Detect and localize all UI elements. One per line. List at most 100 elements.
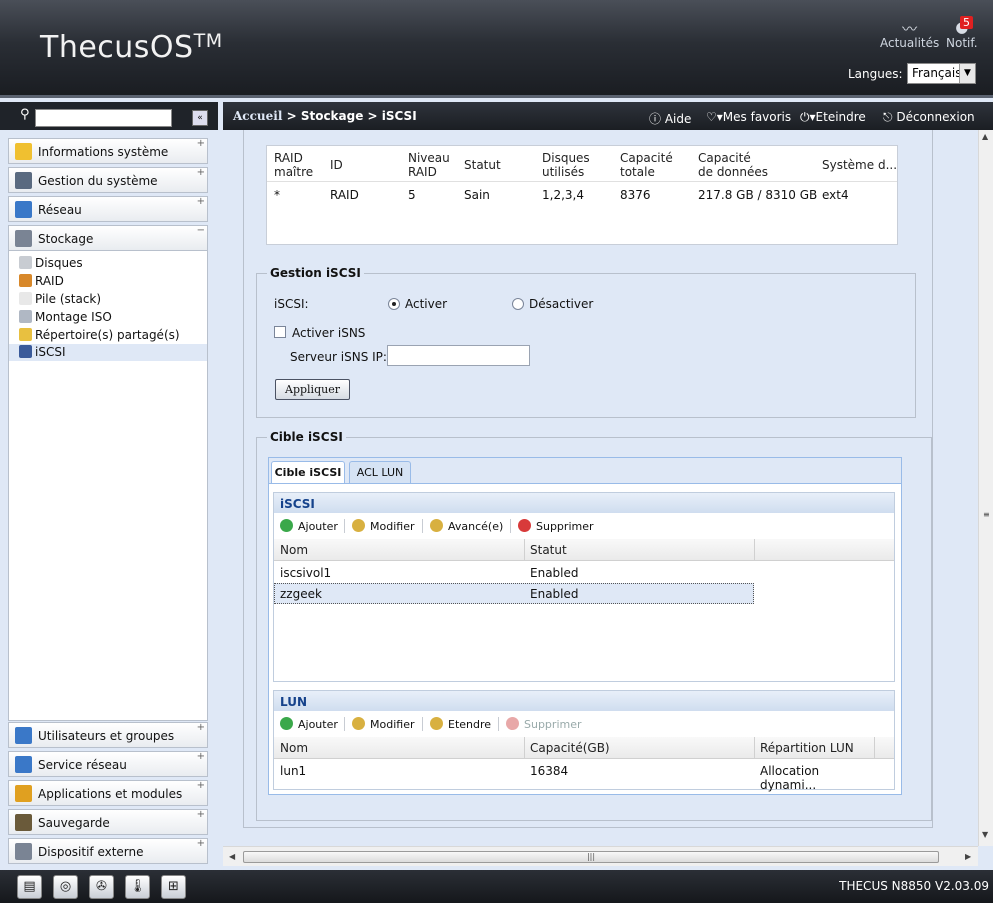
raid-cell-disks: 1,2,3,4 bbox=[542, 188, 584, 202]
iscsi-col-name[interactable]: Nom bbox=[280, 543, 308, 557]
vertical-scrollbar[interactable]: ▲ ≡ ▼ bbox=[978, 130, 993, 846]
iscsi-col-status[interactable]: Statut bbox=[530, 543, 567, 557]
lun-delete-button[interactable]: Supprimer bbox=[506, 717, 582, 731]
temperature-icon[interactable]: 🌡 bbox=[125, 875, 150, 899]
lun-col-capacity[interactable]: Capacité(GB) bbox=[530, 741, 610, 755]
raid-col-disks: Disques utilisés bbox=[542, 151, 590, 179]
raid-col-level: Niveau RAID bbox=[408, 151, 450, 179]
sidebar-item-disks[interactable]: Disques bbox=[19, 256, 83, 270]
fan-status-icon[interactable]: ✇ bbox=[89, 875, 114, 899]
storage-icon bbox=[15, 230, 32, 247]
sidebar-panel-external-device[interactable]: Dispositif externe + bbox=[8, 838, 208, 864]
sidebar-item-stack[interactable]: Pile (stack) bbox=[19, 292, 101, 306]
sidebar-panel-network-service[interactable]: Service réseau + bbox=[8, 751, 208, 777]
users-icon bbox=[15, 727, 32, 744]
gear-icon bbox=[352, 717, 365, 730]
lun-modify-button[interactable]: Modifier bbox=[352, 717, 414, 731]
rss-icon: 〰 bbox=[902, 20, 918, 38]
footer: ▤ ◎ ✇ 🌡 ⊞ THECUS N8850 V2.03.09 bbox=[0, 870, 993, 903]
isns-checkbox[interactable] bbox=[274, 326, 286, 338]
logout-button[interactable]: ⎋ Déconnexion bbox=[883, 110, 975, 125]
isns-ip-label: Serveur iSNS IP: bbox=[290, 350, 387, 364]
scroll-up-icon[interactable]: ▲ bbox=[982, 132, 988, 141]
horizontal-scrollbar[interactable]: ◀ ||| ▶ bbox=[223, 846, 978, 866]
server-status-icon[interactable]: ▤ bbox=[17, 875, 42, 899]
iscsi-grid-header: Nom Statut bbox=[274, 539, 894, 561]
iscsi-advanced-button[interactable]: Avancé(e) bbox=[430, 519, 503, 533]
sidebar-panel-applications[interactable]: Applications et modules + bbox=[8, 780, 208, 806]
iscsi-enable-label[interactable]: Activer bbox=[405, 297, 447, 311]
backup-icon bbox=[15, 814, 32, 831]
scroll-down-icon[interactable]: ▼ bbox=[982, 830, 988, 839]
isns-ip-input[interactable] bbox=[387, 345, 530, 366]
sidebar-item-iso-mount[interactable]: Montage ISO bbox=[19, 310, 112, 324]
raid-cell-filesystem: ext4 bbox=[822, 188, 849, 202]
apply-button[interactable]: Appliquer bbox=[275, 379, 350, 400]
sidebar-item-iscsi[interactable]: iSCSI bbox=[9, 344, 207, 361]
horizontal-scroll-thumb[interactable]: ||| bbox=[243, 851, 939, 863]
expand-icon: + bbox=[196, 751, 205, 762]
table-row[interactable]: iscsivol1 Enabled bbox=[274, 562, 754, 583]
sidebar-panel-system-management[interactable]: Gestion du système + bbox=[8, 167, 208, 193]
scroll-right-icon[interactable]: ▶ bbox=[965, 852, 971, 861]
sidebar-item-shared-folders[interactable]: Répertoire(s) partagé(s) bbox=[19, 328, 180, 342]
iscsi-modify-button[interactable]: Modifier bbox=[352, 519, 414, 533]
iscsi-toolbar: Ajouter Modifier Avancé(e) Supprimer bbox=[274, 513, 894, 539]
toolbar-separator bbox=[422, 717, 423, 731]
sidebar-item-raid[interactable]: RAID bbox=[19, 274, 64, 288]
notifications-button[interactable]: ● 5 Notif. bbox=[946, 16, 978, 50]
table-row-selected[interactable]: zzgeek Enabled bbox=[274, 583, 754, 604]
raid-col-id: ID bbox=[330, 158, 343, 172]
tab-iscsi-target[interactable]: Cible iSCSI bbox=[271, 461, 345, 484]
network-status-icon[interactable]: ⊞ bbox=[161, 875, 186, 899]
column-divider bbox=[754, 539, 755, 561]
sidebar-panel-storage[interactable]: Stockage − bbox=[8, 225, 208, 251]
lun-extend-button[interactable]: Etendre bbox=[430, 717, 491, 731]
column-divider bbox=[874, 737, 875, 759]
expand-icon: + bbox=[196, 722, 205, 733]
header: ThecusOSTM 〰 Actualités ● 5 Notif. Langu… bbox=[0, 0, 993, 98]
disk-status-icon[interactable]: ◎ bbox=[53, 875, 78, 899]
shutdown-button[interactable]: ⏻▾Eteindre bbox=[800, 110, 866, 125]
isns-label[interactable]: Activer iSNS bbox=[292, 326, 365, 340]
iscsi-disable-label[interactable]: Désactiver bbox=[529, 297, 593, 311]
sidebar-search-input[interactable] bbox=[35, 109, 172, 127]
lun-add-button[interactable]: Ajouter bbox=[280, 717, 338, 731]
raid-info-grid: RAID maître ID Niveau RAID Statut Disques u… bbox=[266, 145, 898, 245]
iscsi-management-fieldset: Gestion iSCSI iSCSI: Activer Désactiver … bbox=[256, 266, 916, 418]
table-row[interactable]: lun1 16384 Allocation dynami... bbox=[274, 760, 874, 792]
stack-icon bbox=[19, 292, 32, 305]
lun-col-name[interactable]: Nom bbox=[280, 741, 308, 755]
collapse-icon[interactable]: « bbox=[192, 110, 208, 126]
heart-icon: ♡ bbox=[706, 110, 717, 124]
scroll-left-icon[interactable]: ◀ bbox=[229, 852, 235, 861]
toolbar-separator bbox=[344, 519, 345, 533]
column-divider bbox=[524, 737, 525, 759]
sidebar-panel-network[interactable]: Réseau + bbox=[8, 196, 208, 222]
storage-menu: Disques RAID Pile (stack) Montage ISO Ré… bbox=[8, 251, 208, 721]
tab-acl-lun[interactable]: ACL LUN bbox=[349, 461, 411, 484]
help-button[interactable]: ⓘ Aide bbox=[649, 110, 691, 127]
target-tab-body: iSCSI Ajouter Modifier Avancé(e) Supprim… bbox=[268, 483, 902, 795]
language-select[interactable]: Français ▼ bbox=[907, 63, 976, 84]
lun-toolbar: Ajouter Modifier Etendre Supprimer bbox=[274, 711, 894, 737]
iscsi-add-button[interactable]: Ajouter bbox=[280, 519, 338, 533]
news-button[interactable]: 〰 Actualités bbox=[880, 18, 939, 50]
gear-icon bbox=[430, 717, 443, 730]
iscsi-disable-radio[interactable] bbox=[512, 298, 524, 310]
breadcrumb: Accueil > Stockage > iSCSI bbox=[233, 109, 417, 123]
target-tabstrip: Cible iSCSI ACL LUN bbox=[268, 457, 902, 484]
sidebar-panel-system-info[interactable]: Informations système + bbox=[8, 138, 208, 164]
favorites-button[interactable]: ♡▾Mes favoris bbox=[706, 110, 791, 124]
expand-icon: + bbox=[196, 196, 205, 207]
lun-col-allocation[interactable]: Répartition LUN bbox=[760, 741, 854, 755]
iscsi-delete-button[interactable]: Supprimer bbox=[518, 519, 594, 533]
top-bar: Accueil > Stockage > iSCSI ⓘ Aide ♡▾Mes … bbox=[223, 102, 993, 130]
breadcrumb-home-link[interactable]: Accueil bbox=[233, 109, 282, 123]
iscsi-management-legend: Gestion iSCSI bbox=[267, 266, 364, 280]
sidebar-panel-backup[interactable]: Sauvegarde + bbox=[8, 809, 208, 835]
column-divider bbox=[524, 539, 525, 561]
sidebar-panel-users-groups[interactable]: Utilisateurs et groupes + bbox=[8, 722, 208, 748]
iscsi-enable-radio[interactable] bbox=[388, 298, 400, 310]
raid-icon bbox=[19, 274, 32, 287]
